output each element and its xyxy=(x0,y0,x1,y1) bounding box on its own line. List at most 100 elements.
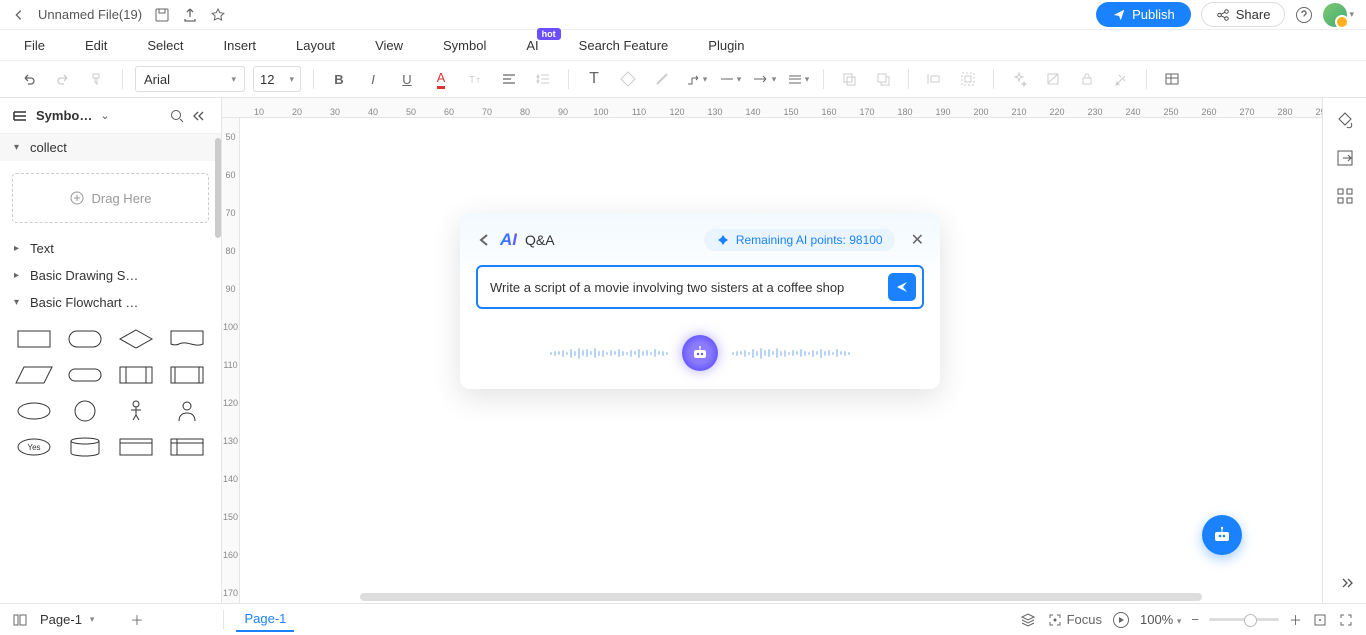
line-weight-button[interactable]: ▾ xyxy=(785,66,811,92)
shape-yes-oval[interactable]: Yes xyxy=(12,432,57,462)
fit-screen-icon[interactable] xyxy=(1312,612,1328,628)
underline-button[interactable]: U xyxy=(394,66,420,92)
focus-button[interactable]: Focus xyxy=(1047,612,1102,628)
menu-select[interactable]: Select xyxy=(147,38,183,53)
line-spacing-button[interactable] xyxy=(530,66,556,92)
save-icon[interactable] xyxy=(154,7,170,23)
ai-send-button[interactable] xyxy=(888,273,916,301)
ai-close-button[interactable]: ✕ xyxy=(911,230,924,250)
italic-button[interactable]: I xyxy=(360,66,386,92)
menu-ai[interactable]: AIhot xyxy=(526,38,538,53)
effects-button[interactable] xyxy=(1006,66,1032,92)
ai-assistant-fab[interactable] xyxy=(1202,515,1242,555)
right-rail xyxy=(1322,98,1366,603)
zoom-level[interactable]: 100% ▾ xyxy=(1140,612,1181,627)
align-objects-button[interactable] xyxy=(921,66,947,92)
menu-search-feature[interactable]: Search Feature xyxy=(579,38,669,53)
font-select[interactable]: Arial▾ xyxy=(135,66,245,92)
shape-capsule[interactable] xyxy=(63,360,108,390)
layers-icon[interactable] xyxy=(1019,611,1037,629)
shape-person[interactable] xyxy=(114,396,159,426)
shape-subprocess-alt[interactable] xyxy=(164,360,209,390)
section-text[interactable]: ▸ Text xyxy=(0,235,221,262)
menu-layout[interactable]: Layout xyxy=(296,38,335,53)
page-tab-active[interactable]: Page-1 xyxy=(236,607,294,632)
undo-button[interactable] xyxy=(16,66,42,92)
star-icon[interactable] xyxy=(210,7,226,23)
file-title[interactable]: Unnamed File(19) xyxy=(38,7,142,22)
shape-diamond[interactable] xyxy=(114,324,159,354)
settings-button[interactable] xyxy=(1108,66,1134,92)
connector-button[interactable]: ▾ xyxy=(683,66,709,92)
section-basic-flowchart[interactable]: ▾ Basic Flowchart … xyxy=(0,289,221,316)
text-size-button[interactable]: TT xyxy=(462,66,488,92)
fullscreen-icon[interactable] xyxy=(1338,612,1354,628)
play-icon[interactable] xyxy=(1112,611,1130,629)
shape-rectangle[interactable] xyxy=(12,324,57,354)
line-style-button[interactable]: ▾ xyxy=(717,66,743,92)
fill-tool-icon[interactable] xyxy=(1335,110,1355,130)
left-panel-scrollbar[interactable] xyxy=(215,138,221,238)
layer-back-button[interactable] xyxy=(870,66,896,92)
arrow-style-button[interactable]: ▾ xyxy=(751,66,777,92)
canvas-horizontal-scrollbar[interactable] xyxy=(360,593,1202,601)
section-basic-drawing[interactable]: ▸ Basic Drawing S… xyxy=(0,262,221,289)
shape-document[interactable] xyxy=(164,324,209,354)
shape-card-alt[interactable] xyxy=(164,432,209,462)
outline-icon[interactable] xyxy=(12,612,28,628)
table-button[interactable] xyxy=(1159,66,1185,92)
menu-plugin[interactable]: Plugin xyxy=(708,38,744,53)
lock-button[interactable] xyxy=(1074,66,1100,92)
menu-symbol[interactable]: Symbol xyxy=(443,38,486,53)
canvas[interactable]: AI Q&A Remaining AI points: 98100 ✕ xyxy=(240,118,1322,603)
ai-prompt-input[interactable] xyxy=(490,280,880,295)
collapse-panel-icon[interactable] xyxy=(193,108,209,124)
publish-button[interactable]: Publish xyxy=(1096,2,1191,27)
format-button[interactable] xyxy=(1040,66,1066,92)
shape-subprocess[interactable] xyxy=(114,360,159,390)
zoom-slider[interactable] xyxy=(1209,618,1279,621)
menu-edit[interactable]: Edit xyxy=(85,38,107,53)
layer-front-button[interactable] xyxy=(836,66,862,92)
shape-parallelogram[interactable] xyxy=(12,360,57,390)
fill-button[interactable] xyxy=(615,66,641,92)
user-avatar[interactable]: ▾ xyxy=(1323,3,1354,27)
shape-user[interactable] xyxy=(164,396,209,426)
expand-down-icon[interactable]: ⌄ xyxy=(100,109,109,122)
shape-circle[interactable] xyxy=(63,396,108,426)
drag-here-zone[interactable]: Drag Here xyxy=(12,173,209,223)
shape-rounded-rect[interactable] xyxy=(63,324,108,354)
page-select[interactable]: Page-1 ▾ ＋ xyxy=(40,610,224,629)
group-button[interactable] xyxy=(955,66,981,92)
svg-text:T: T xyxy=(476,78,481,85)
back-icon[interactable] xyxy=(12,8,26,22)
share-button[interactable]: Share xyxy=(1201,2,1286,27)
ai-points-label: Remaining AI points: 98100 xyxy=(736,233,883,247)
menu-insert[interactable]: Insert xyxy=(224,38,257,53)
help-icon[interactable] xyxy=(1295,6,1313,24)
ai-points-badge[interactable]: Remaining AI points: 98100 xyxy=(704,229,895,251)
export-panel-icon[interactable] xyxy=(1335,148,1355,168)
shape-card[interactable] xyxy=(114,432,159,462)
search-icon[interactable] xyxy=(169,108,185,124)
zoom-out-button[interactable]: − xyxy=(1191,612,1199,627)
export-icon[interactable] xyxy=(182,7,198,23)
apps-icon[interactable] xyxy=(1335,186,1355,206)
bold-button[interactable]: B xyxy=(326,66,352,92)
menu-file[interactable]: File xyxy=(24,38,45,53)
menu-view[interactable]: View xyxy=(375,38,403,53)
format-painter-button[interactable] xyxy=(84,66,110,92)
add-page-button[interactable]: ＋ xyxy=(130,610,143,629)
font-size-select[interactable]: 12▾ xyxy=(253,66,301,92)
zoom-in-button[interactable]: ＋ xyxy=(1289,610,1302,629)
section-collect[interactable]: ▾ collect xyxy=(0,134,221,161)
text-tool-button[interactable]: T xyxy=(581,66,607,92)
redo-button[interactable] xyxy=(50,66,76,92)
align-button[interactable] xyxy=(496,66,522,92)
font-color-button[interactable]: A xyxy=(428,66,454,92)
expand-right-rail-icon[interactable] xyxy=(1337,575,1353,591)
ai-back-button[interactable] xyxy=(476,232,492,248)
shape-cylinder[interactable] xyxy=(63,432,108,462)
line-color-button[interactable] xyxy=(649,66,675,92)
shape-ellipse[interactable] xyxy=(12,396,57,426)
